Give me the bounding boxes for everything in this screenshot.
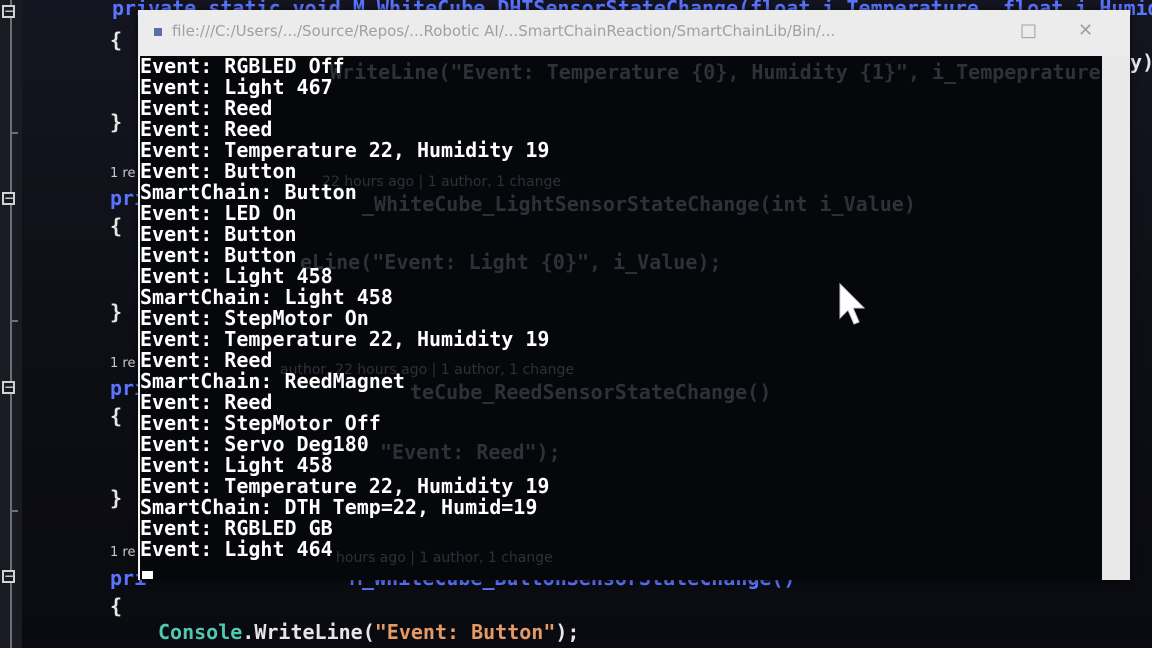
open-brace: { [110,594,123,618]
close-brace: } [110,300,123,324]
text-cursor [142,571,153,579]
codelens-references[interactable]: 1 re [110,356,135,371]
console-line: Event: StepMotor On [140,306,369,330]
console-line: Event: Light 458 [140,264,333,288]
console-line: Event: Button [140,159,297,183]
console-line: Event: Light 458 [140,453,333,477]
collapse-icon[interactable]: − [2,192,15,205]
close-brace: } [110,110,123,134]
console-app-icon [154,28,162,36]
console-line: Event: Servo Deg180 [140,432,369,456]
close-brace: } [110,486,123,510]
outline-tick [10,320,18,322]
console-line: SmartChain: Button [140,180,357,204]
close-icon[interactable]: ✕ [1078,20,1093,41]
console-line: Event: Button [140,243,297,267]
console-line: Event: Reed [140,96,273,120]
collapse-icon[interactable]: − [2,5,15,18]
statement-end-token: ); [555,620,580,644]
console-line: Event: Reed [140,117,273,141]
console-line: Event: RGBLED GB [140,516,333,540]
console-line: Event: Button [140,222,297,246]
console-line: Event: Reed [140,390,273,414]
maximize-icon[interactable]: □ [1020,20,1037,41]
codelens-references[interactable]: 1 re [110,166,135,181]
codelens-references[interactable]: 1 re [110,545,135,560]
console-line: Event: LED On [140,201,297,225]
console-line: Event: Temperature 22, Humidity 19 [140,474,550,498]
writeline-token: .WriteLine( [242,620,375,644]
console-line: SmartChain: DTH Temp=22, Humid=19 [140,495,538,519]
console-line: SmartChain: Light 458 [140,285,393,309]
console-titlebar[interactable]: file:///C:/Users/.../Source/Repos/...Rob… [138,10,1130,56]
open-brace: { [110,28,123,52]
editor-gutter: − − − − [0,0,22,648]
writeline-statement: Console.WriteLine("Event: Button"); [158,620,579,644]
vertical-scrollbar[interactable] [1102,56,1130,580]
console-line: Event: Temperature 22, Humidity 19 [140,327,550,351]
window-title: file:///C:/Users/.../Source/Repos/...Rob… [172,22,836,40]
console-output-area[interactable]: WriteLine("Event: Temperature {0}, Humid… [140,56,1102,580]
console-line: Event: Reed [140,348,273,372]
open-brace: { [110,214,123,238]
console-window[interactable]: file:///C:/Users/.../Source/Repos/...Rob… [138,10,1130,580]
console-line: SmartChain: ReedMagnet [140,369,405,393]
outline-tick [10,132,18,134]
console-line: Event: Temperature 22, Humidity 19 [140,138,550,162]
mouse-pointer-icon [839,282,866,325]
console-line: Event: RGBLED Off [140,56,345,78]
collapse-icon[interactable]: − [2,381,15,394]
outline-line [10,0,12,648]
string-literal: "Event: Button" [374,620,556,644]
open-brace: { [110,404,123,428]
console-line: Event: Light 467 [140,75,333,99]
console-output: Event: RGBLED Off Event: Light 467 Event: … [140,56,549,560]
console-line: Event: StepMotor Off [140,411,381,435]
outline-tick [10,510,18,512]
console-class-token: Console [158,620,243,644]
console-line: Event: Light 464 [140,537,333,561]
collapse-icon[interactable]: − [2,570,15,583]
